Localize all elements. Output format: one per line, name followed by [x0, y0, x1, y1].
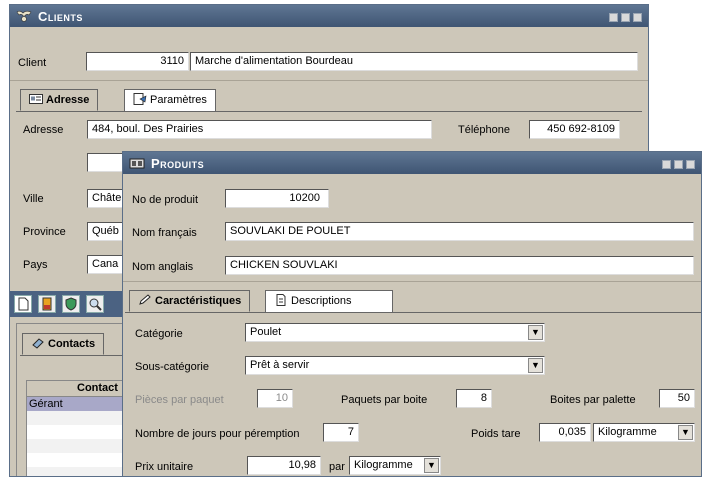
category-label: Catégorie — [135, 328, 183, 340]
name-fr-label: Nom français — [132, 227, 197, 239]
client-number-field[interactable]: 3110 — [86, 52, 189, 71]
expiry-field[interactable]: 7 — [323, 423, 359, 442]
price-unit-select[interactable]: Kilogramme ▼ — [349, 456, 441, 475]
produits-window: Produits No de produit 10200 Nom françai… — [122, 151, 702, 477]
packs-label: Paquets par boite — [341, 394, 428, 406]
packs-field[interactable]: 8 — [456, 389, 492, 408]
name-fr-field[interactable]: SOUVLAKI DE POULET — [225, 222, 694, 241]
produits-tab-baseline — [125, 312, 701, 313]
country-field[interactable]: Cana — [87, 255, 127, 274]
chevron-down-icon[interactable]: ▼ — [528, 358, 543, 373]
boxes-label: Boites par palette — [550, 394, 636, 406]
produits-separator — [123, 281, 701, 282]
tare-unit-select[interactable]: Kilogramme ▼ — [593, 423, 695, 442]
pieces-field[interactable]: 10 — [257, 389, 293, 408]
save-button[interactable] — [38, 295, 56, 313]
produits-window-controls — [659, 158, 695, 172]
maximize-button[interactable] — [674, 160, 683, 169]
close-button[interactable] — [633, 13, 642, 22]
per-label: par — [329, 461, 345, 473]
province-label: Province — [23, 226, 66, 238]
tab-contacts[interactable]: Contacts — [22, 333, 105, 355]
save-icon — [42, 297, 52, 311]
document-icon — [276, 294, 286, 306]
minimize-button[interactable] — [609, 13, 618, 22]
address-line2-field[interactable] — [87, 153, 127, 172]
country-label: Pays — [23, 259, 48, 271]
city-label: Ville — [23, 193, 44, 205]
shield-button[interactable] — [62, 295, 80, 313]
tab-parametres-label: Paramètres — [150, 94, 207, 106]
tab-caracteristiques[interactable]: Caractéristiques — [129, 290, 251, 312]
maximize-button[interactable] — [621, 13, 630, 22]
tab-descriptions-label: Descriptions — [291, 295, 352, 307]
phone-field[interactable]: 450 692-8109 — [529, 120, 620, 139]
contact-header-label: Contact — [77, 382, 118, 394]
category-value: Poulet — [250, 326, 282, 338]
product-no-label: No de produit — [132, 194, 199, 206]
city-field[interactable]: Châte — [87, 189, 127, 208]
tare-label: Poids tare — [471, 428, 521, 440]
client-name-field[interactable]: Marche d'alimentation Bourdeau — [190, 52, 638, 71]
minimize-button[interactable] — [662, 160, 671, 169]
phone-label: Téléphone — [458, 124, 510, 136]
pieces-label: Pièces par paquet — [135, 394, 224, 406]
new-document-button[interactable] — [14, 295, 32, 313]
shield-icon — [65, 297, 77, 311]
search-icon — [89, 298, 102, 311]
chevron-down-icon[interactable]: ▼ — [678, 425, 693, 440]
chevron-down-icon[interactable]: ▼ — [424, 458, 439, 473]
tare-unit-value: Kilogramme — [598, 426, 657, 438]
contacts-icon — [32, 338, 44, 349]
document-icon — [18, 297, 29, 311]
product-no-field[interactable]: 10200 — [225, 189, 329, 208]
price-label: Prix unitaire — [135, 461, 194, 473]
tab-contacts-label: Contacts — [48, 338, 96, 350]
clients-window-controls — [606, 11, 642, 25]
tab-parametres[interactable]: Paramètres — [124, 89, 216, 111]
client-label: Client — [18, 57, 47, 69]
pencil-icon — [139, 294, 151, 305]
boxes-field[interactable]: 50 — [659, 389, 695, 408]
price-unit-value: Kilogramme — [354, 459, 413, 471]
tab-descriptions[interactable]: Descriptions — [265, 290, 393, 312]
expiry-label: Nombre de jours pour péremption — [135, 428, 300, 440]
address-card-icon — [29, 94, 43, 104]
name-en-label: Nom anglais — [132, 261, 194, 273]
tab-baseline — [16, 111, 642, 112]
contact-row-label: Gérant — [29, 398, 63, 410]
subcategory-value: Prêt à servir — [250, 359, 310, 371]
search-button[interactable] — [86, 295, 104, 313]
close-button[interactable] — [686, 160, 695, 169]
address-field[interactable]: 484, boul. Des Prairies — [87, 120, 432, 139]
tab-adresse-label: Adresse — [46, 94, 90, 106]
settings-page-icon — [133, 93, 147, 105]
category-select[interactable]: Poulet ▼ — [245, 323, 545, 342]
province-field[interactable]: Québ — [87, 222, 127, 241]
produits-title: Produits — [151, 156, 205, 171]
tab-adresse[interactable]: Adresse — [20, 89, 99, 111]
tab-caracteristiques-label: Caractéristiques — [155, 295, 242, 307]
clients-icon — [16, 10, 32, 22]
name-en-field[interactable]: CHICKEN SOUVLAKI — [225, 256, 694, 275]
address-label: Adresse — [23, 124, 64, 136]
produits-titlebar[interactable]: Produits — [123, 152, 701, 174]
subcategory-select[interactable]: Prêt à servir ▼ — [245, 356, 545, 375]
price-field[interactable]: 10,98 — [247, 456, 321, 475]
subcategory-label: Sous-catégorie — [135, 361, 209, 373]
tare-field[interactable]: 0,035 — [539, 423, 591, 442]
products-icon — [129, 158, 145, 169]
clients-titlebar[interactable]: Clients — [10, 5, 648, 27]
clients-title: Clients — [38, 9, 83, 24]
clients-separator — [10, 80, 648, 81]
chevron-down-icon[interactable]: ▼ — [528, 325, 543, 340]
